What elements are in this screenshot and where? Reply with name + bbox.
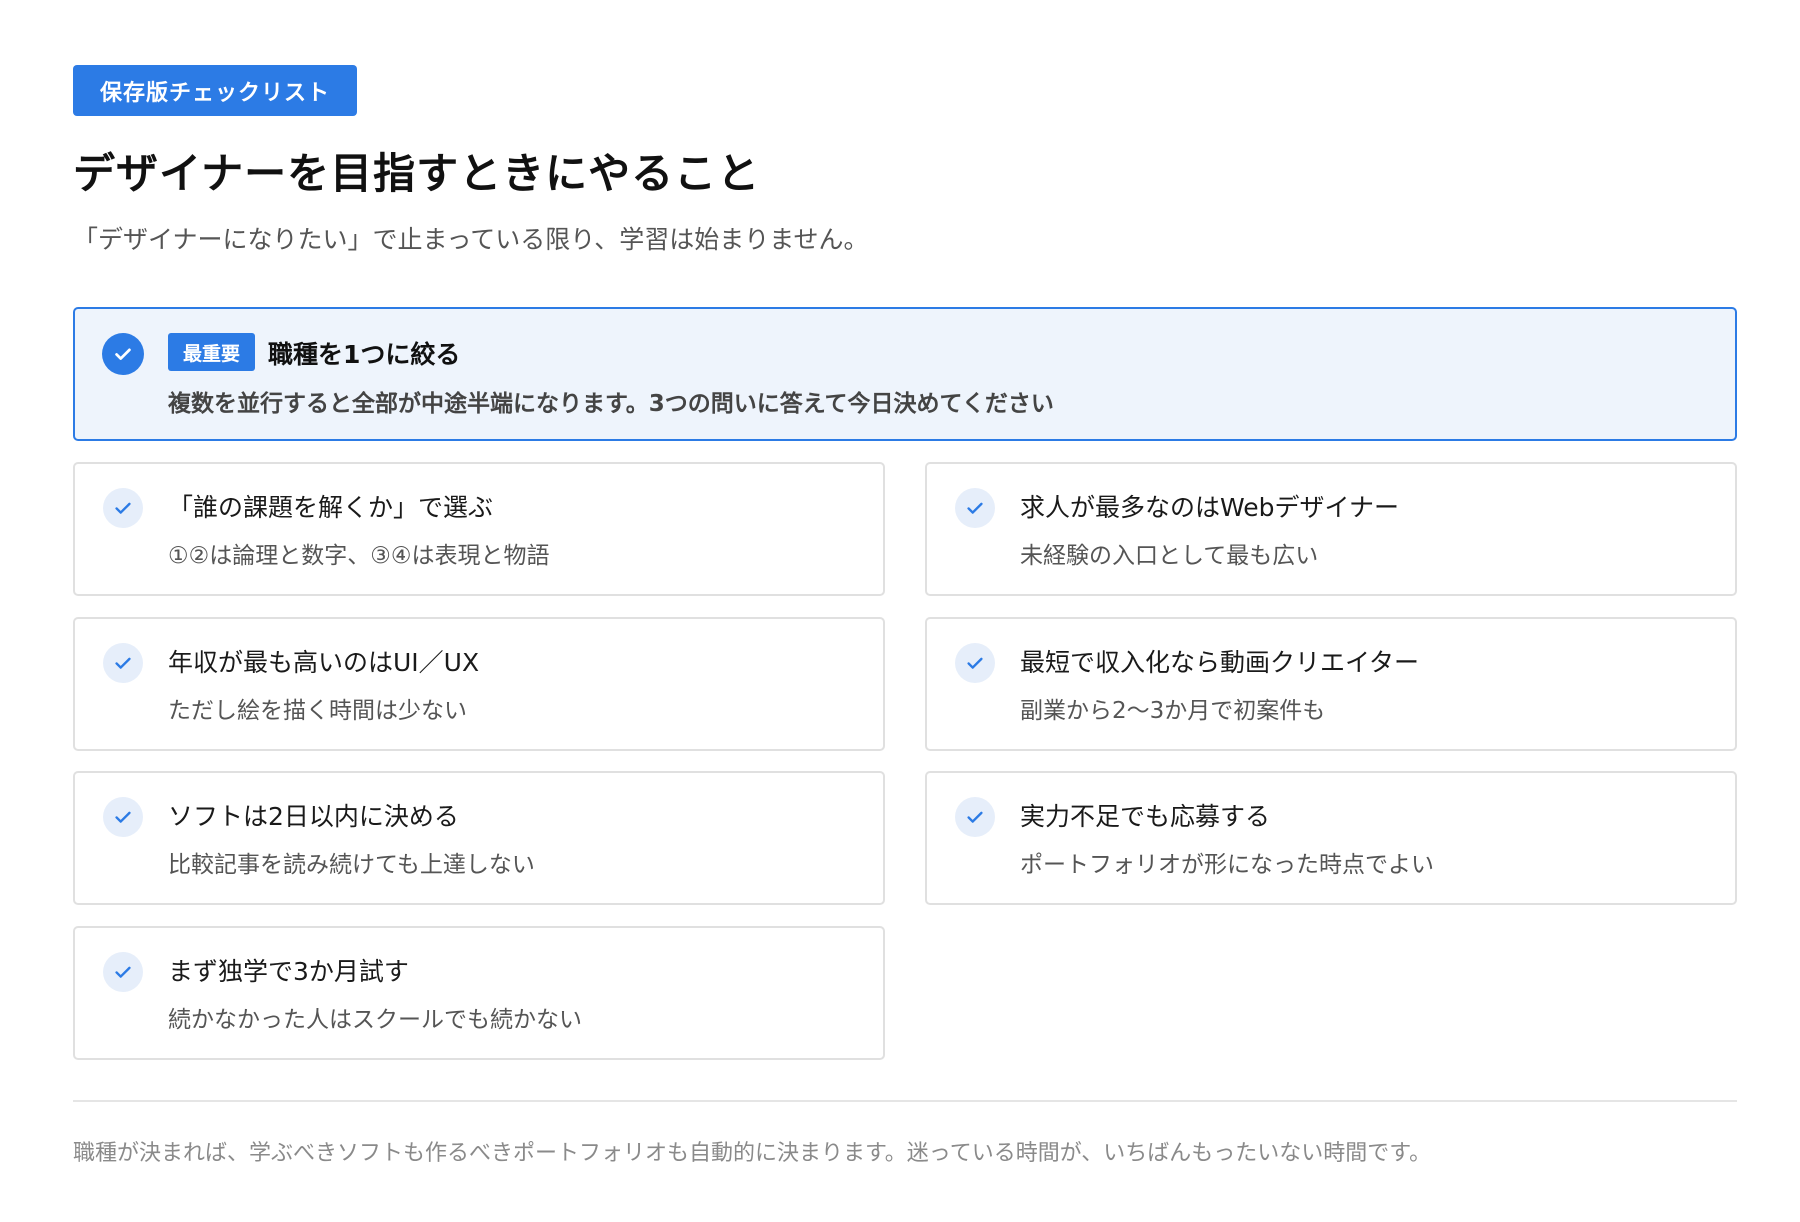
checklist-item: ソフトは2日以内に決める 比較記事を読み続けても上達しない xyxy=(73,771,885,905)
footer-divider xyxy=(73,1100,1737,1102)
checklist-item: まず独学で3か月試す 続かなかった人はスクールでも続かない xyxy=(73,926,885,1060)
item-title: 最短で収入化なら動画クリエイター xyxy=(1020,648,1420,677)
check-icon xyxy=(103,797,143,837)
checklist-page: 保存版チェックリスト デザイナーを目指すときにやること 「デザイナーになりたい」… xyxy=(0,0,1800,1222)
item-title: 「誰の課題を解くか」で選ぶ xyxy=(168,493,494,522)
checklist-item: 求人が最多なのはWebデザイナー 未経験の入口として最も広い xyxy=(925,462,1737,596)
item-title: 実力不足でも応募する xyxy=(1020,802,1271,831)
check-icon xyxy=(955,797,995,837)
page-title: デザイナーを目指すときにやること xyxy=(73,149,761,198)
checklist-item: 年収が最も高いのはUI／UX ただし絵を描く時間は少ない xyxy=(73,617,885,751)
checklist-item: 実力不足でも応募する ポートフォリオが形になった時点でよい xyxy=(925,771,1737,905)
item-description: 副業から2〜3か月で初案件も xyxy=(1020,698,1326,724)
checklist-item: 「誰の課題を解くか」で選ぶ ①②は論理と数字、③④は表現と物語 xyxy=(73,462,885,596)
check-icon xyxy=(955,488,995,528)
item-title: 求人が最多なのはWebデザイナー xyxy=(1020,493,1400,522)
item-description: 続かなかった人はスクールでも続かない xyxy=(168,1007,582,1033)
page-subtitle: 「デザイナーになりたい」で止まっている限り、学習は始まりません。 xyxy=(73,225,869,254)
category-tag: 保存版チェックリスト xyxy=(73,65,357,116)
item-title: 年収が最も高いのはUI／UX xyxy=(168,648,480,677)
featured-checklist-item: 最重要 職種を1つに絞る 複数を並行すると全部が中途半端になります。3つの問いに… xyxy=(73,307,1737,441)
check-icon xyxy=(103,488,143,528)
check-icon xyxy=(102,333,144,375)
item-description: ポートフォリオが形になった時点でよい xyxy=(1020,852,1434,878)
item-description: 比較記事を読み続けても上達しない xyxy=(168,852,535,878)
check-icon xyxy=(103,643,143,683)
checklist-item: 最短で収入化なら動画クリエイター 副業から2〜3か月で初案件も xyxy=(925,617,1737,751)
featured-item-description: 複数を並行すると全部が中途半端になります。3つの問いに答えて今日決めてください xyxy=(168,391,1054,417)
priority-badge: 最重要 xyxy=(168,333,255,371)
check-icon xyxy=(103,952,143,992)
item-title: ソフトは2日以内に決める xyxy=(168,802,459,831)
item-description: 未経験の入口として最も広い xyxy=(1020,543,1319,569)
footer-note: 職種が決まれば、学ぶべきソフトも作るべきポートフォリオも自動的に決まります。迷っ… xyxy=(73,1141,1432,1166)
featured-item-title: 職種を1つに絞る xyxy=(268,340,461,369)
check-icon xyxy=(955,643,995,683)
item-title: まず独学で3か月試す xyxy=(168,957,409,986)
item-description: ただし絵を描く時間は少ない xyxy=(168,698,467,724)
item-description: ①②は論理と数字、③④は表現と物語 xyxy=(168,543,550,569)
